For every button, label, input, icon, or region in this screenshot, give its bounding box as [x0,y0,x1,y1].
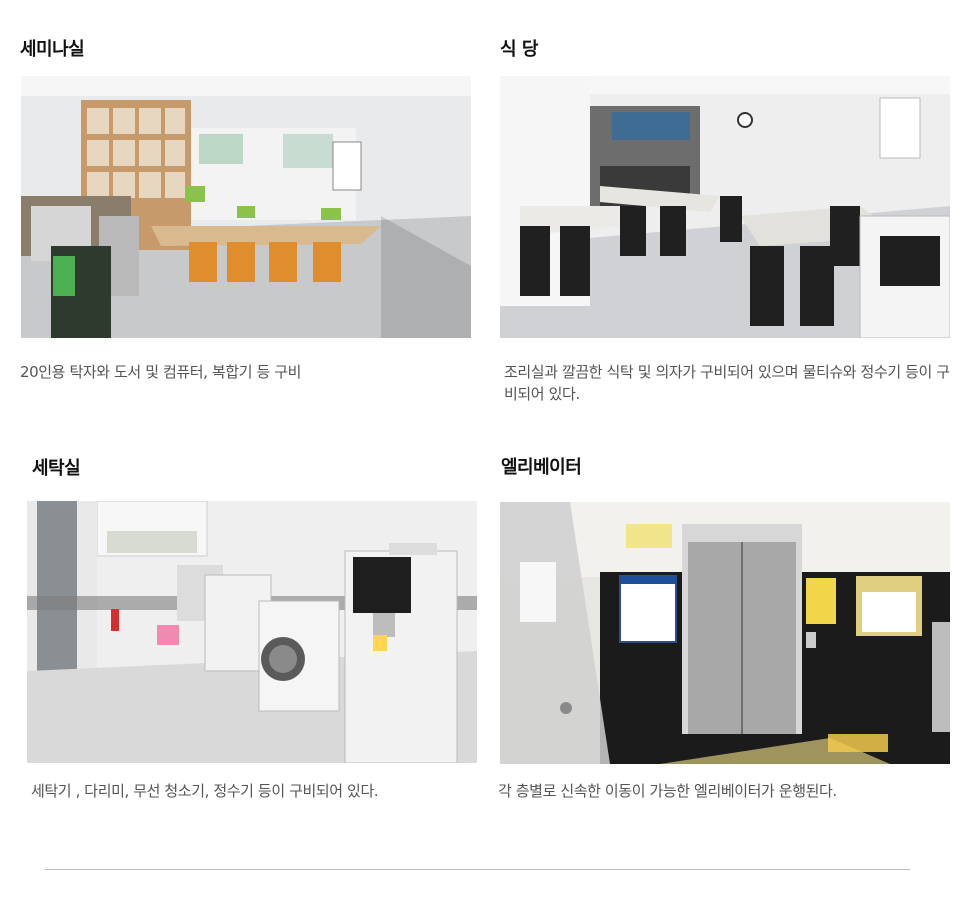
facility-title: 식 당 [500,39,538,60]
elevator-photo [500,502,950,764]
seminar-room-photo [21,76,471,338]
bottom-divider [45,869,910,870]
facility-description: 각 층별로 신속한 이동이 가능한 엘리베이터가 운행된다. [498,782,837,800]
facility-description: 세탁기 , 다리미, 무선 청소기, 정수기 등이 구비되어 있다. [31,782,379,800]
facility-title: 세탁실 [32,458,81,479]
facility-description: 조리실과 깔끔한 식탁 및 의자가 구비되어 있으며 물티슈와 정수기 등이 구… [504,363,950,403]
cafeteria-photo [500,76,950,338]
laundry-room-photo [27,501,477,763]
facility-description: 20인용 탁자와 도서 및 컴퓨터, 복합기 등 구비 [20,363,302,381]
facility-title: 엘리베이터 [501,457,582,478]
facility-title: 세미나실 [20,39,85,60]
